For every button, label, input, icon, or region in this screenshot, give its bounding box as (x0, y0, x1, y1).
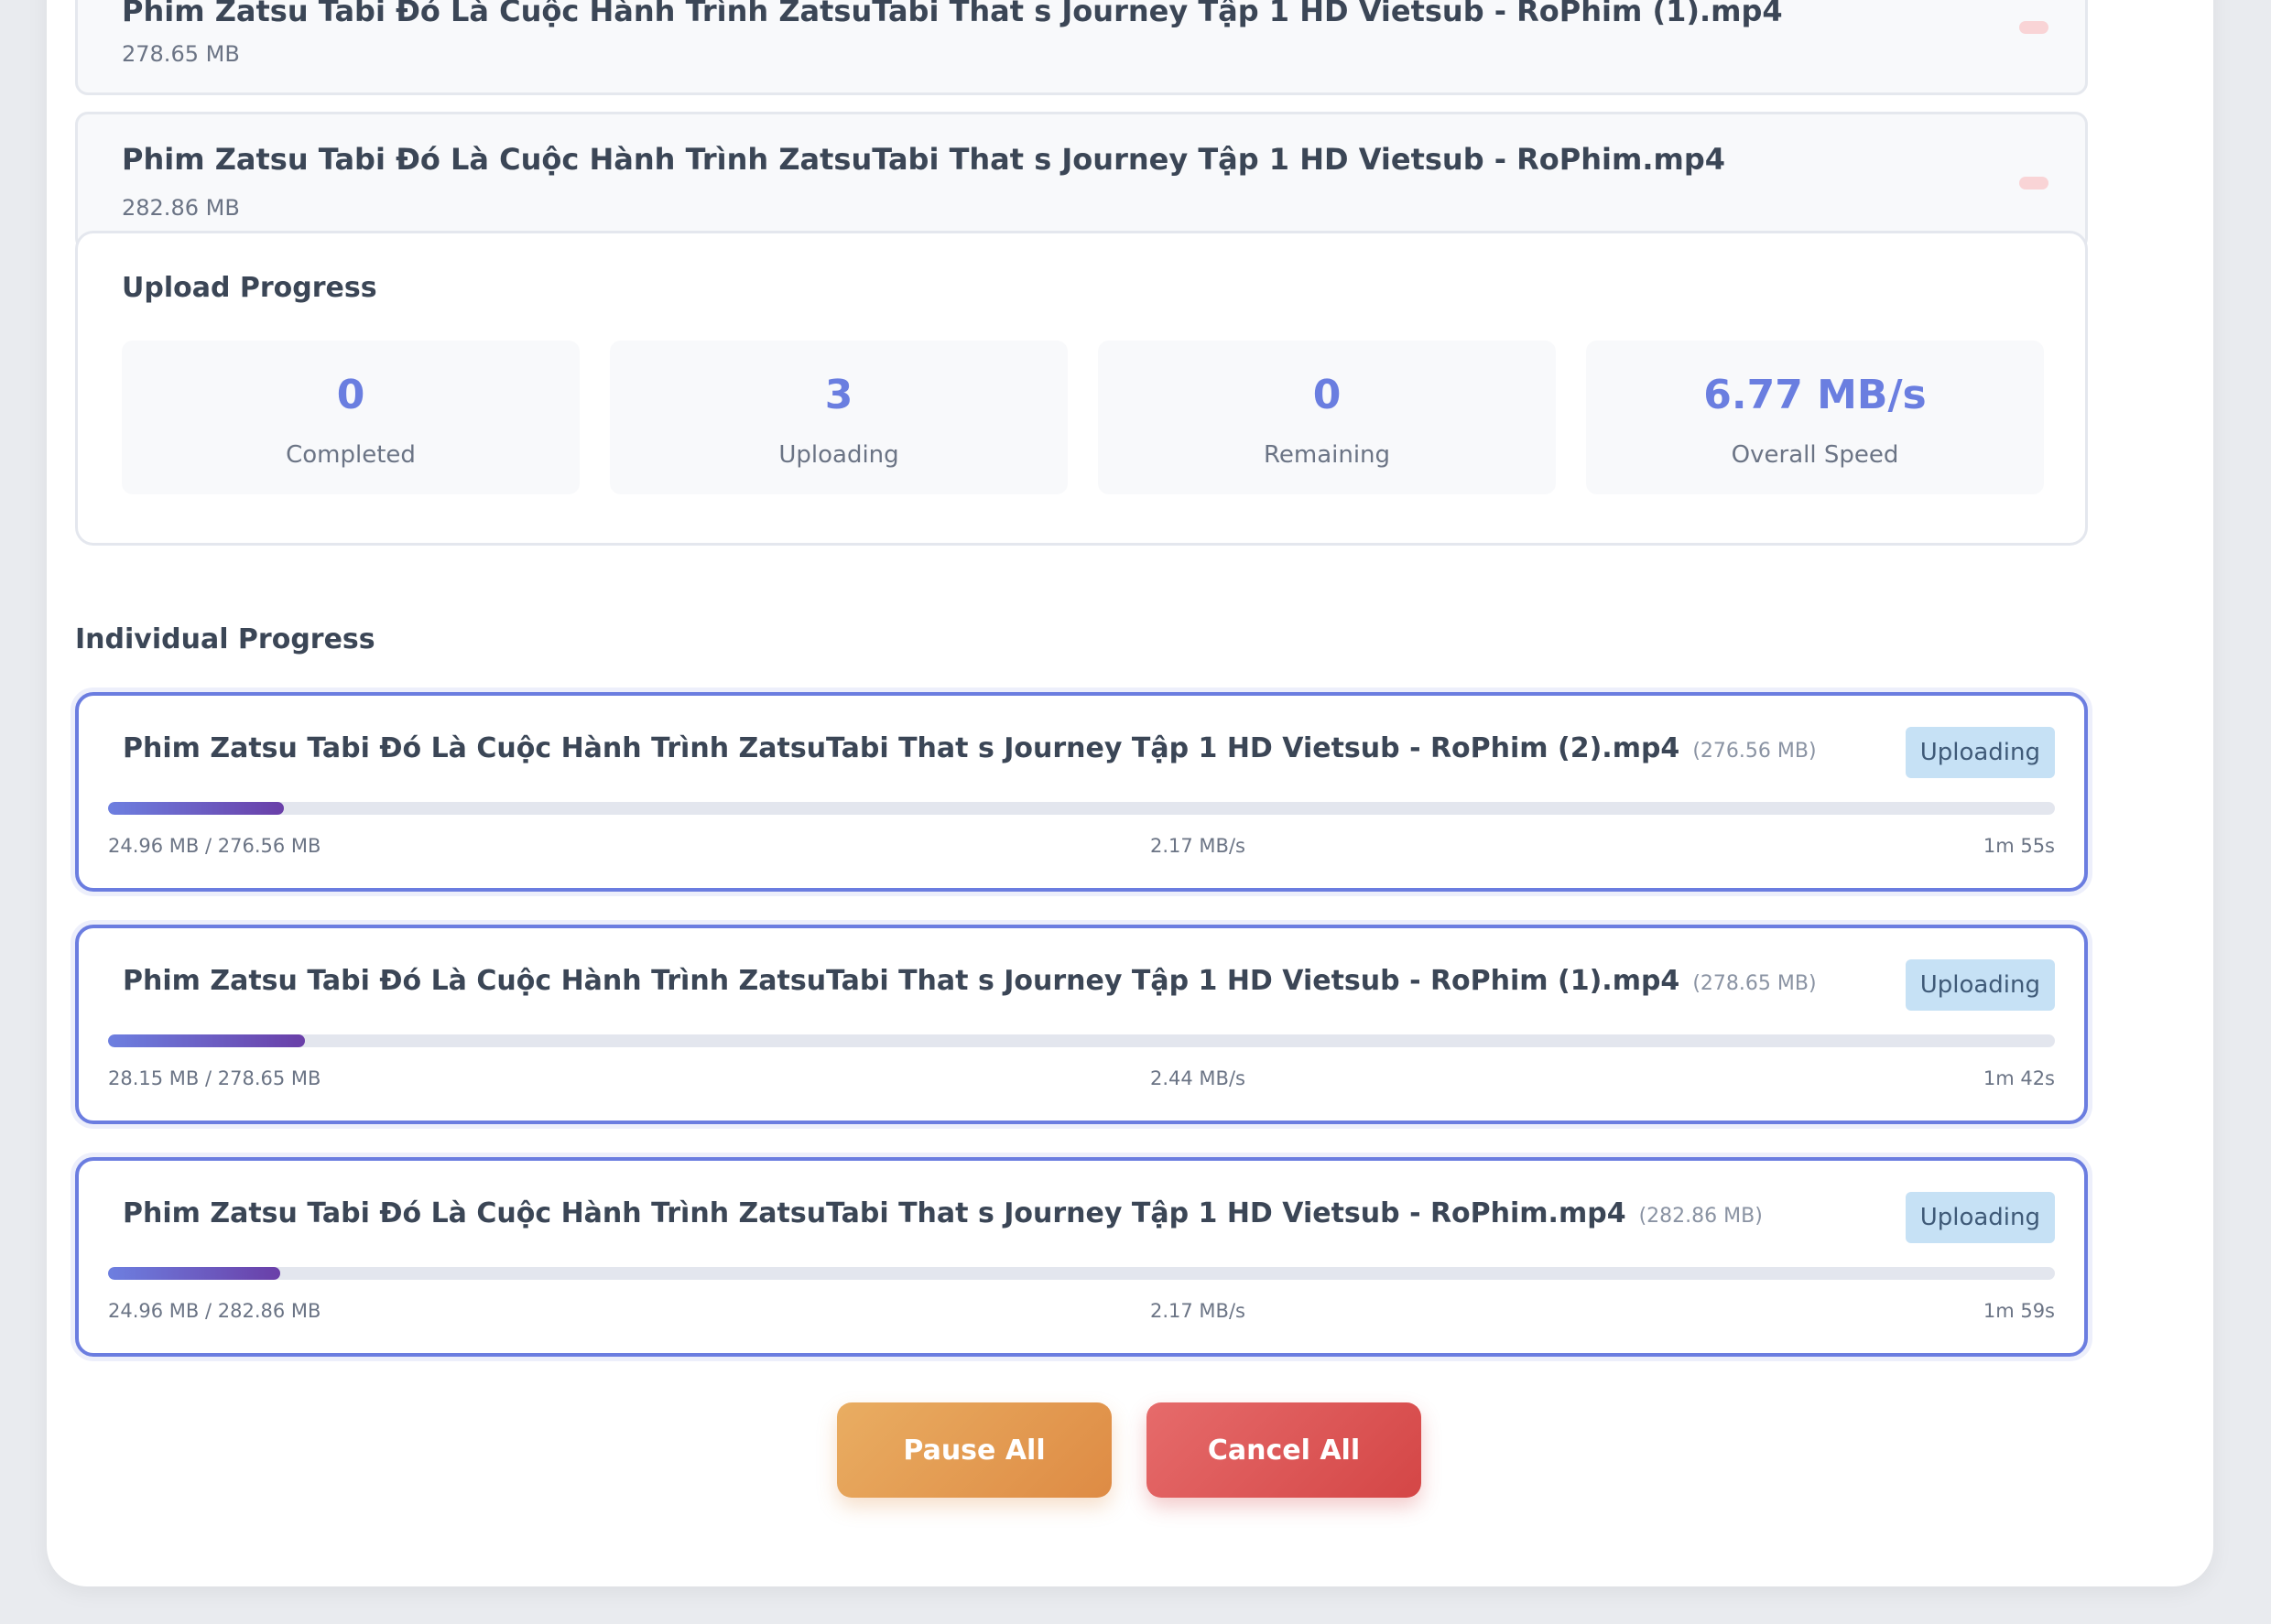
upload-progress-title: Upload Progress (122, 272, 377, 304)
speed-text: 2.17 MB/s (1150, 1300, 1245, 1322)
file-name: Phim Zatsu Tabi Đó Là Cuộc Hành Trình Za… (122, 142, 1725, 177)
transferred-text: 24.96 MB / 276.56 MB (108, 835, 321, 857)
stat-completed: 0 Completed (122, 341, 580, 494)
eta-text: 1m 55s (1983, 835, 2055, 857)
upload-item: Phim Zatsu Tabi Đó Là Cuộc Hành Trình Za… (75, 692, 2088, 892)
pause-all-button[interactable]: Pause All (837, 1402, 1112, 1498)
upload-item: Phim Zatsu Tabi Đó Là Cuộc Hành Trình Za… (75, 925, 2088, 1124)
upload-file-label: Phim Zatsu Tabi Đó Là Cuộc Hành Trình Za… (123, 965, 1817, 997)
upload-file-size: (278.65 MB) (1692, 972, 1817, 995)
stat-value: 6.77 MB/s (1703, 372, 1927, 418)
upload-progress-panel: Upload Progress 0 Completed 3 Uploading … (75, 231, 2088, 546)
status-badge: Uploading (1905, 959, 2055, 1011)
individual-progress-title: Individual Progress (75, 623, 375, 655)
upload-file-label: Phim Zatsu Tabi Đó Là Cuộc Hành Trình Za… (123, 732, 1817, 764)
upload-file-label: Phim Zatsu Tabi Đó Là Cuộc Hành Trình Za… (123, 1197, 1763, 1229)
upload-file-size: (276.56 MB) (1692, 740, 1817, 763)
file-size: 278.65 MB (122, 41, 240, 67)
upload-file-name: Phim Zatsu Tabi Đó Là Cuộc Hành Trình Za… (123, 965, 1680, 997)
progress-fill (108, 1034, 305, 1047)
stat-label: Remaining (1263, 441, 1391, 469)
status-badge: Uploading (1905, 727, 2055, 778)
stat-label: Overall Speed (1731, 441, 1899, 469)
progress-fill (108, 802, 284, 815)
transferred-text: 28.15 MB / 278.65 MB (108, 1067, 321, 1089)
eta-text: 1m 42s (1983, 1067, 2055, 1089)
upload-file-name: Phim Zatsu Tabi Đó Là Cuộc Hành Trình Za… (123, 1197, 1626, 1229)
file-size: 282.86 MB (122, 195, 240, 221)
status-badge: Uploading (1905, 1192, 2055, 1243)
transferred-text: 24.96 MB / 282.86 MB (108, 1300, 321, 1322)
file-name: Phim Zatsu Tabi Đó Là Cuộc Hành Trình Za… (122, 0, 1783, 28)
progress-fill (108, 1267, 280, 1280)
remove-file-button[interactable] (2019, 177, 2048, 189)
eta-text: 1m 59s (1983, 1300, 2055, 1322)
upload-file-size: (282.86 MB) (1638, 1205, 1763, 1228)
cancel-all-button[interactable]: Cancel All (1146, 1402, 1421, 1498)
stat-overall-speed: 6.77 MB/s Overall Speed (1586, 341, 2044, 494)
stat-label: Completed (286, 441, 416, 469)
remove-file-button[interactable] (2019, 21, 2048, 34)
speed-text: 2.17 MB/s (1150, 835, 1245, 857)
stat-value: 0 (1312, 372, 1342, 418)
speed-text: 2.44 MB/s (1150, 1067, 1245, 1089)
stat-value: 3 (824, 372, 853, 418)
upload-item: Phim Zatsu Tabi Đó Là Cuộc Hành Trình Za… (75, 1157, 2088, 1357)
stat-uploading: 3 Uploading (610, 341, 1068, 494)
stat-label: Uploading (778, 441, 899, 469)
stat-remaining: 0 Remaining (1098, 341, 1556, 494)
stat-value: 0 (336, 372, 365, 418)
progress-track (108, 802, 2055, 815)
progress-track (108, 1267, 2055, 1280)
progress-track (108, 1034, 2055, 1047)
upload-file-name: Phim Zatsu Tabi Đó Là Cuộc Hành Trình Za… (123, 732, 1680, 764)
file-list-item: Phim Zatsu Tabi Đó Là Cuộc Hành Trình Za… (75, 0, 2088, 95)
